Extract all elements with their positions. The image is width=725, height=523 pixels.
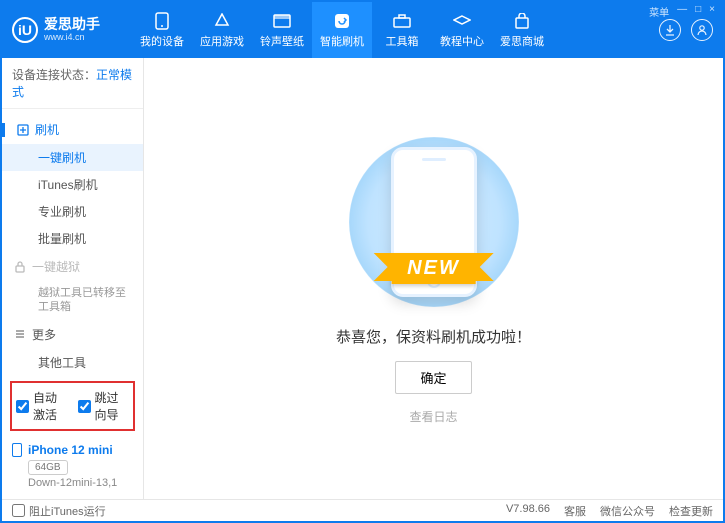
new-ribbon: NEW (391, 253, 476, 284)
group-jailbreak[interactable]: 一键越狱 (2, 252, 143, 281)
sidebar-item-batch-flash[interactable]: 批量刷机 (2, 225, 143, 252)
tutorial-icon (452, 12, 472, 30)
wechat-link[interactable]: 微信公众号 (600, 503, 655, 519)
nav-my-device[interactable]: 我的设备 (132, 2, 192, 58)
flash-group-icon (17, 124, 29, 136)
close-button[interactable]: × (709, 4, 715, 19)
support-link[interactable]: 客服 (564, 503, 586, 519)
ok-button[interactable]: 确定 (395, 361, 471, 394)
nav-ringtones[interactable]: 铃声壁纸 (252, 2, 312, 58)
statusbar: 阻止iTunes运行 V7.98.66 客服 微信公众号 检查更新 (2, 499, 723, 521)
download-button[interactable] (659, 19, 681, 41)
device-panel: iPhone 12 mini 64GB Down-12mini-13,1 (2, 437, 143, 499)
logo-icon: iU (12, 17, 38, 43)
nav-flash[interactable]: 智能刷机 (312, 2, 372, 58)
phone-icon (12, 443, 22, 457)
auto-activate-checkbox[interactable]: 自动激活 (16, 389, 68, 423)
app-url: www.i4.cn (44, 33, 100, 43)
nav-tutorials[interactable]: 教程中心 (432, 2, 492, 58)
store-icon (512, 12, 532, 30)
flash-icon (332, 12, 352, 30)
nav-store[interactable]: 爱思商城 (492, 2, 552, 58)
app-name: 爱思助手 (44, 17, 100, 32)
top-nav: 我的设备 应用游戏 铃声壁纸 智能刷机 工具箱 教程中心 爱思商城 (132, 2, 659, 58)
more-icon (14, 328, 26, 340)
nav-apps[interactable]: 应用游戏 (192, 2, 252, 58)
device-capacity: 64GB (28, 460, 68, 475)
options-box: 自动激活 跳过向导 (10, 381, 135, 431)
sidebar: 设备连接状态：正常模式 刷机 一键刷机 iTunes刷机 专业刷机 批量刷机 一… (2, 58, 144, 499)
success-message: 恭喜您，保资料刷机成功啦！ (336, 326, 531, 347)
device-model: Down-12mini-13,1 (28, 477, 133, 489)
check-update-link[interactable]: 检查更新 (669, 503, 713, 519)
minimize-button[interactable]: — (677, 4, 687, 19)
menu-button[interactable]: 菜单 (649, 4, 669, 19)
group-more[interactable]: 更多 (2, 320, 143, 349)
version-label: V7.98.66 (506, 503, 550, 519)
wallpaper-icon (272, 12, 292, 30)
lock-icon (14, 261, 26, 273)
user-button[interactable] (691, 19, 713, 41)
window-controls: 菜单 — □ × (649, 4, 715, 19)
connection-status: 设备连接状态：正常模式 (2, 58, 143, 109)
sidebar-item-pro-flash[interactable]: 专业刷机 (2, 198, 143, 225)
apps-icon (212, 12, 232, 30)
sidebar-item-other-tools[interactable]: 其他工具 (2, 349, 143, 375)
main-content: NEW 恭喜您，保资料刷机成功啦！ 确定 查看日志 (144, 58, 723, 499)
view-log-link[interactable]: 查看日志 (409, 408, 457, 425)
block-itunes-checkbox[interactable]: 阻止iTunes运行 (12, 503, 106, 519)
skip-guide-checkbox[interactable]: 跳过向导 (78, 389, 130, 423)
titlebar: iU 爱思助手 www.i4.cn 我的设备 应用游戏 铃声壁纸 智能刷机 工具… (2, 2, 723, 58)
jailbreak-note: 越狱工具已转移至工具箱 (2, 281, 143, 320)
success-illustration: NEW (359, 132, 509, 312)
device-icon (152, 12, 172, 30)
sidebar-item-itunes-flash[interactable]: iTunes刷机 (2, 171, 143, 198)
toolbox-icon (392, 12, 412, 30)
group-flash[interactable]: 刷机 (2, 115, 143, 144)
logo: iU 爱思助手 www.i4.cn (12, 17, 132, 43)
nav-toolbox[interactable]: 工具箱 (372, 2, 432, 58)
device-header[interactable]: iPhone 12 mini (12, 443, 133, 457)
sidebar-item-oneclick-flash[interactable]: 一键刷机 (2, 144, 143, 171)
maximize-button[interactable]: □ (695, 4, 701, 19)
